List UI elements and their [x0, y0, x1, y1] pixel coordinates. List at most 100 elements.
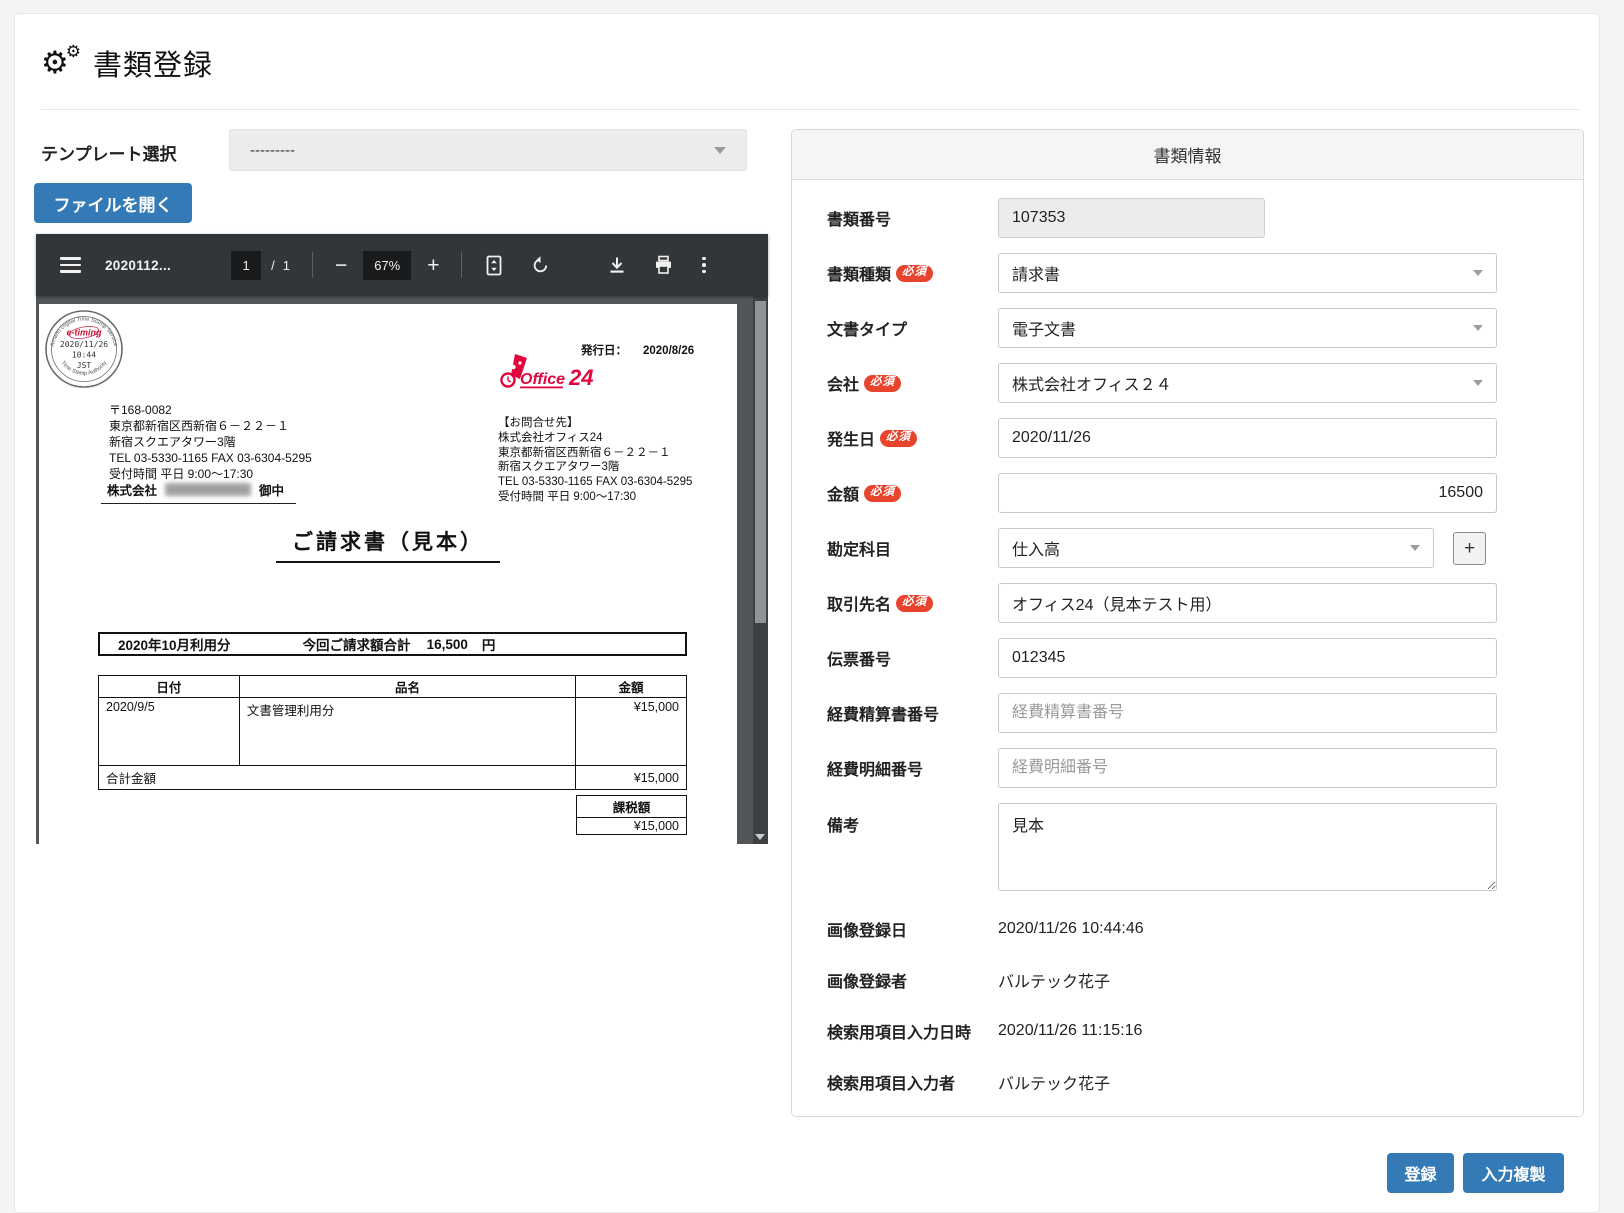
toolbar-divider — [312, 252, 313, 278]
vendor-input[interactable] — [998, 583, 1497, 623]
expense-report-input[interactable] — [998, 693, 1497, 733]
page-title: 書類登録 — [93, 42, 213, 84]
page-total: 1 — [283, 258, 290, 273]
doc-format-select[interactable]: 電子文書 — [998, 308, 1497, 348]
svg-text:JST: JST — [77, 361, 92, 370]
pdf-scrollbar-thumb[interactable] — [755, 301, 766, 623]
page-number-input[interactable]: 1 — [231, 251, 261, 280]
search-input-user-label: 検索用項目入力者 — [827, 1070, 998, 1094]
zoom-level[interactable]: 67% — [363, 251, 411, 280]
image-reg-user-label: 画像登録者 — [827, 968, 998, 992]
sender-address-block: 〒168-0082東京都新宿区西新宿６－２２－１新宿スクエアタワー3階TEL 0… — [109, 402, 312, 482]
template-select-label: テンプレート選択 — [41, 140, 177, 165]
amount-input[interactable] — [998, 473, 1497, 513]
template-select[interactable]: --------- — [229, 129, 747, 171]
header-divider — [41, 109, 1579, 110]
chevron-down-icon — [1473, 380, 1483, 386]
company-label: 会社必須 — [827, 371, 998, 395]
table-total-row: 合計金額 ¥15,000 — [99, 766, 687, 790]
open-file-button[interactable]: ファイルを開く — [34, 183, 192, 223]
svg-text:24: 24 — [568, 365, 593, 390]
slip-number-label: 伝票番号 — [827, 646, 998, 670]
chevron-down-icon — [1410, 545, 1420, 551]
invoice-items-table: 日付 品名 金額 2020/9/5 文書管理利用分 ¥15,000 合計金額 ¥… — [98, 675, 687, 790]
field-slip-number: 伝票番号 — [827, 638, 1497, 678]
field-image-reg-user: 画像登録者 バルテック花子 — [827, 968, 1497, 992]
invoice-title: ご請求書（見本） — [39, 526, 737, 563]
svg-text:Office: Office — [520, 371, 565, 388]
etiming-timestamp-seal: Amano Digital Time Stamp Service Time St… — [44, 309, 124, 394]
cogs-icon: ⚙⚙ — [41, 43, 79, 83]
rotate-icon[interactable] — [530, 255, 551, 276]
amount-label: 金額必須 — [827, 481, 998, 505]
slip-number-input[interactable] — [998, 638, 1497, 678]
chevron-down-icon — [1473, 270, 1483, 276]
field-company: 会社必須 株式会社オフィス２４ — [827, 363, 1497, 403]
chevron-down-icon — [1473, 325, 1483, 331]
required-badge: 必須 — [864, 375, 901, 392]
toolbar-divider — [461, 252, 462, 278]
office24-logo: Office 24 — [489, 352, 599, 399]
menu-icon[interactable] — [60, 257, 81, 273]
page-header: ⚙⚙ 書類登録 — [41, 42, 213, 84]
field-image-reg-date: 画像登録日 2020/11/26 10:44:46 — [827, 917, 1497, 941]
field-vendor: 取引先名必須 — [827, 583, 1497, 623]
occur-date-label: 発生日必須 — [827, 426, 998, 450]
add-account-button[interactable]: + — [1453, 532, 1486, 565]
pdf-scrollbar[interactable] — [753, 296, 768, 844]
image-reg-date-value: 2020/11/26 10:44:46 — [998, 920, 1144, 938]
pdf-content-area: Amano Digital Time Stamp Service Time St… — [36, 296, 768, 844]
zoom-in-button[interactable]: + — [427, 255, 439, 276]
remarks-textarea[interactable]: 見本 — [998, 803, 1497, 891]
company-select[interactable]: 株式会社オフィス２４ — [998, 363, 1497, 403]
svg-text:10:44: 10:44 — [72, 351, 96, 360]
invoice-summary-box: 2020年10月利用分 今回ご請求額合計 16,500 円 — [98, 632, 687, 656]
field-doc-number: 書類番号 — [827, 198, 1497, 238]
search-input-datetime-value: 2020/11/26 11:15:16 — [998, 1022, 1142, 1040]
field-account: 勘定科目 仕入高 + — [827, 528, 1497, 568]
search-input-user-value: バルテック花子 — [998, 1070, 1110, 1094]
expense-detail-input[interactable] — [998, 748, 1497, 788]
pdf-filename: 2020112... — [105, 258, 171, 273]
zoom-out-button[interactable]: − — [335, 255, 347, 276]
search-input-datetime-label: 検索用項目入力日時 — [827, 1019, 998, 1043]
table-row: 2020/9/5 文書管理利用分 ¥15,000 — [99, 698, 687, 766]
image-reg-user-value: バルテック花子 — [998, 968, 1110, 992]
doc-number-label: 書類番号 — [827, 206, 998, 230]
pdf-toolbar: 2020112... 1 / 1 − 67% + — [36, 234, 768, 296]
panel-title: 書類情報 — [792, 130, 1583, 180]
account-select[interactable]: 仕入高 — [998, 528, 1434, 568]
download-icon[interactable] — [607, 255, 627, 275]
more-options-icon[interactable] — [702, 257, 706, 274]
svg-text:2020/11/26: 2020/11/26 — [60, 340, 108, 349]
field-doc-kind: 書類種類必須 請求書 — [827, 253, 1497, 293]
field-expense-report: 経費精算書番号 — [827, 693, 1497, 733]
redacted-company-name — [165, 483, 251, 496]
recipient-line: 株式会社 御中 — [101, 480, 296, 504]
field-amount: 金額必須 — [827, 473, 1497, 513]
required-badge: 必須 — [896, 595, 933, 612]
required-badge: 必須 — [864, 485, 901, 502]
expense-detail-label: 経費明細番号 — [827, 756, 998, 780]
document-info-panel: 書類情報 書類番号 書類種類必須 請求書 文書タイプ 電子文書 会社必須 — [791, 129, 1584, 1117]
field-remarks: 備考 見本 — [827, 803, 1497, 891]
svg-text:e-timing: e-timing — [67, 328, 103, 338]
tax-table: 課税額 ¥15,000 — [576, 795, 687, 835]
pdf-viewer: 2020112... 1 / 1 − 67% + — [36, 234, 768, 844]
image-reg-date-label: 画像登録日 — [827, 917, 998, 941]
remarks-label: 備考 — [827, 803, 998, 836]
doc-kind-label: 書類種類必須 — [827, 261, 998, 285]
chevron-down-icon — [714, 147, 726, 154]
field-search-input-datetime: 検索用項目入力日時 2020/11/26 11:15:16 — [827, 1019, 1497, 1043]
field-occur-date: 発生日必須 — [827, 418, 1497, 458]
doc-kind-select[interactable]: 請求書 — [998, 253, 1497, 293]
scroll-down-arrow-icon[interactable] — [755, 834, 765, 840]
doc-format-label: 文書タイプ — [827, 316, 998, 340]
register-button[interactable]: 登録 — [1387, 1153, 1454, 1193]
occur-date-input[interactable] — [998, 418, 1497, 458]
duplicate-input-button[interactable]: 入力複製 — [1463, 1153, 1564, 1193]
fit-page-icon[interactable] — [484, 255, 504, 276]
print-icon[interactable] — [653, 255, 674, 275]
doc-number-input — [998, 198, 1265, 238]
contact-block: 【お問合せ先】 株式会社オフィス24東京都新宿区西新宿６－２２－１新宿スクエアタ… — [498, 416, 692, 505]
